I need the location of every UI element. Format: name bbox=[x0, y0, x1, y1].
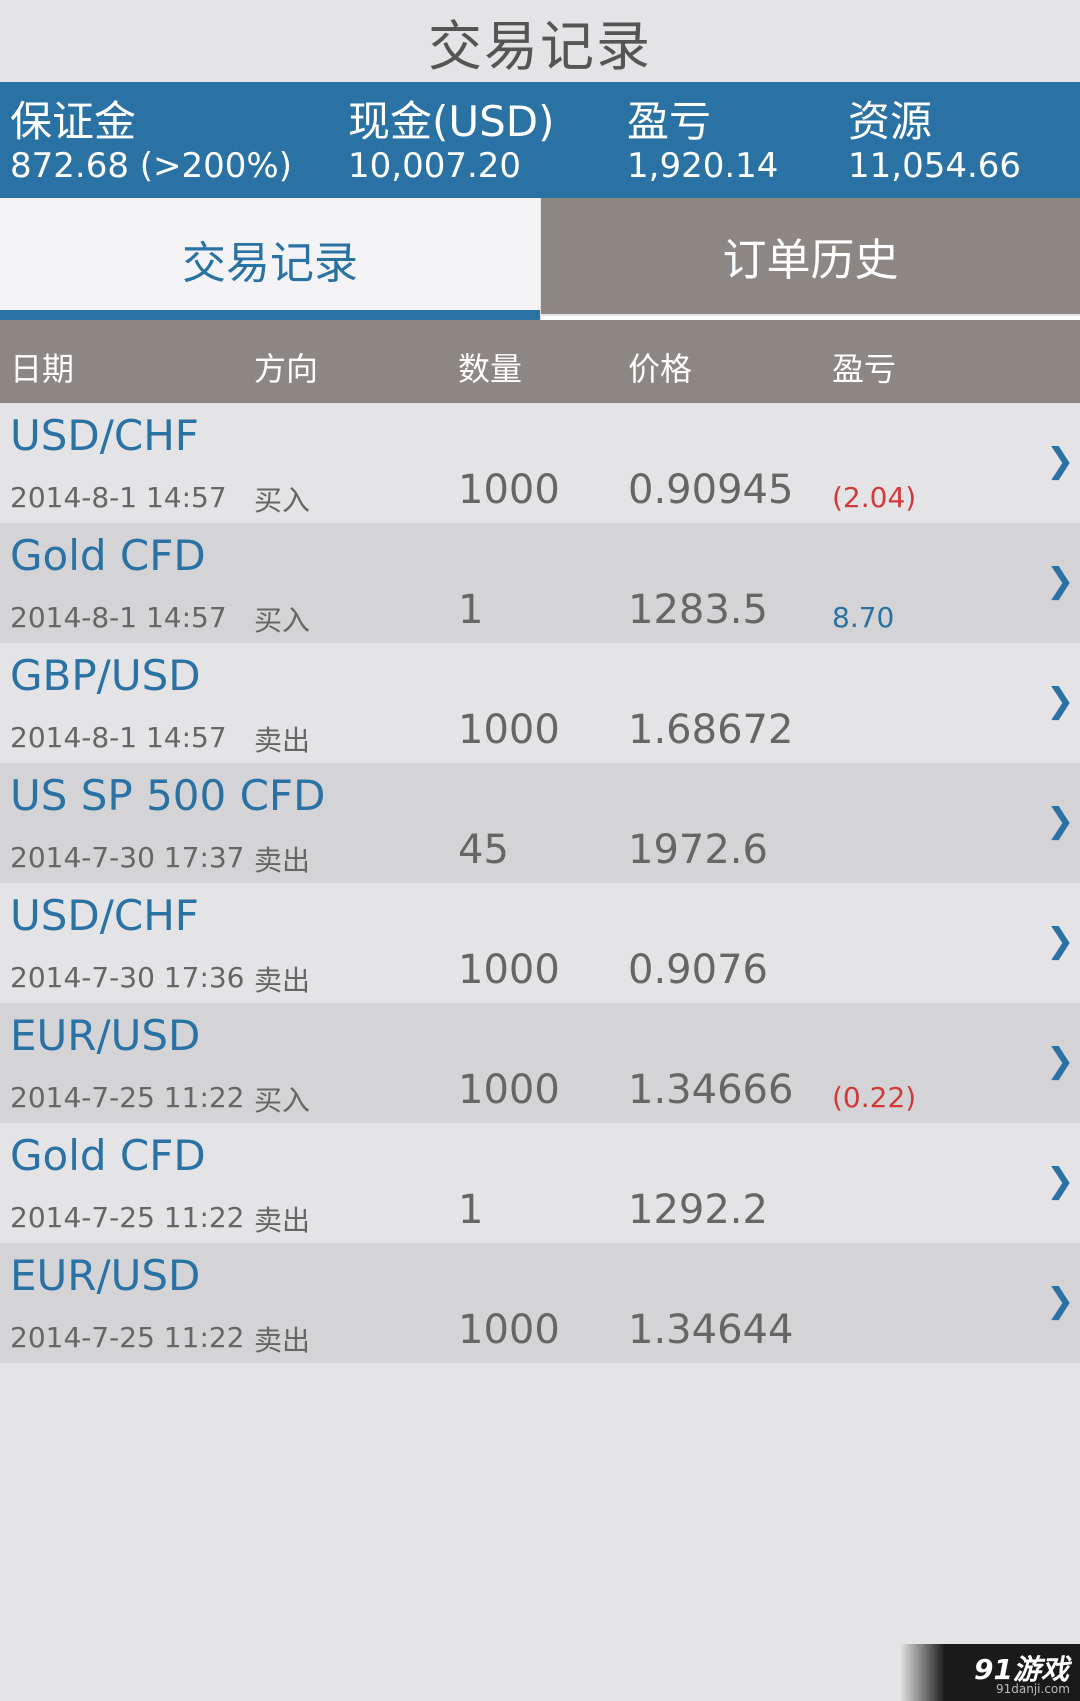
trade-direction: 买入 bbox=[254, 604, 311, 637]
summary-label: 现金(USD) bbox=[348, 97, 555, 146]
summary-value: 872.68 (>200%) bbox=[10, 146, 292, 186]
trade-price: 1292.2 bbox=[628, 1187, 768, 1233]
table-header: 日期 方向 数量 价格 盈亏 bbox=[0, 320, 1080, 403]
watermark-logo: 91游戏 91danji.com bbox=[900, 1644, 1080, 1701]
column-header-price: 价格 bbox=[628, 350, 693, 388]
trade-price: 1283.5 bbox=[628, 587, 768, 633]
trade-direction: 卖出 bbox=[254, 964, 311, 997]
trade-pl: (0.22) bbox=[832, 1081, 917, 1114]
trade-price: 1972.6 bbox=[628, 827, 768, 873]
trade-pl: (2.04) bbox=[832, 481, 917, 514]
column-header-direction: 方向 bbox=[254, 350, 319, 388]
trade-date: 2014-7-25 11:22 bbox=[10, 1321, 245, 1354]
trade-quantity: 1000 bbox=[458, 1307, 560, 1353]
table-row[interactable]: EUR/USD 2014-7-25 11:22 卖出 1000 1.34644 ❯ bbox=[0, 1243, 1080, 1363]
summary-label: 保证金 bbox=[10, 97, 137, 146]
table-row[interactable]: US SP 500 CFD 2014-7-30 17:37 卖出 45 1972.6 ❯ bbox=[0, 763, 1080, 883]
trade-date: 2014-7-30 17:36 bbox=[10, 961, 245, 994]
instrument-name: Gold CFD bbox=[10, 531, 206, 580]
trade-price: 0.9076 bbox=[628, 947, 768, 993]
trade-quantity: 45 bbox=[458, 827, 509, 873]
instrument-name: Gold CFD bbox=[10, 1131, 206, 1180]
trade-list: USD/CHF 2014-8-1 14:57 买入 1000 0.90945 (2.04)… bbox=[0, 403, 1080, 1363]
tab-label: 交易记录 bbox=[182, 238, 358, 289]
account-summary: 保证金 872.68 (>200%) 现金(USD) 10,007.20 盈亏 … bbox=[0, 82, 1080, 198]
summary-label: 资源 bbox=[848, 97, 933, 146]
tab-trade-records[interactable]: 交易记录 bbox=[0, 198, 540, 320]
trade-pl: 8.70 bbox=[832, 601, 895, 634]
summary-value: 1,920.14 bbox=[627, 146, 779, 186]
chevron-right-icon[interactable]: ❯ bbox=[1046, 1281, 1075, 1321]
chevron-right-icon[interactable]: ❯ bbox=[1046, 921, 1075, 961]
trade-date: 2014-8-1 14:57 bbox=[10, 601, 227, 634]
table-row[interactable]: USD/CHF 2014-7-30 17:36 卖出 1000 0.9076 ❯ bbox=[0, 883, 1080, 1003]
column-header-quantity: 数量 bbox=[458, 350, 523, 388]
page-title: 交易记录 bbox=[428, 14, 652, 78]
instrument-name: USD/CHF bbox=[10, 411, 199, 460]
chevron-right-icon[interactable]: ❯ bbox=[1046, 801, 1075, 841]
trade-price: 1.68672 bbox=[628, 707, 794, 753]
column-header-date: 日期 bbox=[10, 350, 75, 388]
chevron-right-icon[interactable]: ❯ bbox=[1046, 561, 1075, 601]
trade-quantity: 1 bbox=[458, 587, 484, 633]
trade-direction: 卖出 bbox=[254, 844, 311, 877]
trade-direction: 卖出 bbox=[254, 1324, 311, 1357]
chevron-right-icon[interactable]: ❯ bbox=[1046, 681, 1075, 721]
instrument-name: EUR/USD bbox=[10, 1011, 201, 1060]
summary-label: 盈亏 bbox=[627, 97, 712, 146]
trade-price: 1.34666 bbox=[628, 1067, 794, 1113]
summary-value: 11,054.66 bbox=[848, 146, 1022, 186]
trade-direction: 卖出 bbox=[254, 724, 311, 757]
column-header-pl: 盈亏 bbox=[832, 350, 897, 388]
trade-date: 2014-7-30 17:37 bbox=[10, 841, 245, 874]
trade-date: 2014-8-1 14:57 bbox=[10, 481, 227, 514]
tab-bar: 交易记录 订单历史 bbox=[0, 198, 1080, 320]
trade-date: 2014-7-25 11:22 bbox=[10, 1081, 245, 1114]
chevron-right-icon[interactable]: ❯ bbox=[1046, 1041, 1075, 1081]
trade-quantity: 1 bbox=[458, 1187, 484, 1233]
trade-date: 2014-8-1 14:57 bbox=[10, 721, 227, 754]
title-bar: 交易记录 bbox=[0, 0, 1080, 82]
watermark-url: 91danji.com bbox=[996, 1682, 1070, 1696]
trade-quantity: 1000 bbox=[458, 707, 560, 753]
trade-quantity: 1000 bbox=[458, 947, 560, 993]
summary-value: 10,007.20 bbox=[348, 146, 522, 186]
chevron-right-icon[interactable]: ❯ bbox=[1046, 1161, 1075, 1201]
instrument-name: EUR/USD bbox=[10, 1251, 201, 1300]
trade-price: 0.90945 bbox=[628, 467, 794, 513]
instrument-name: GBP/USD bbox=[10, 651, 201, 700]
table-row[interactable]: Gold CFD 2014-8-1 14:57 买入 1 1283.5 8.70 ❯ bbox=[0, 523, 1080, 643]
table-row[interactable]: Gold CFD 2014-7-25 11:22 卖出 1 1292.2 ❯ bbox=[0, 1123, 1080, 1243]
instrument-name: US SP 500 CFD bbox=[10, 771, 326, 820]
trade-direction: 卖出 bbox=[254, 1204, 311, 1237]
trade-date: 2014-7-25 11:22 bbox=[10, 1201, 245, 1234]
tab-active-indicator bbox=[0, 310, 540, 320]
trade-quantity: 1000 bbox=[458, 467, 560, 513]
trade-quantity: 1000 bbox=[458, 1067, 560, 1113]
table-row[interactable]: GBP/USD 2014-8-1 14:57 卖出 1000 1.68672 ❯ bbox=[0, 643, 1080, 763]
table-row[interactable]: USD/CHF 2014-8-1 14:57 买入 1000 0.90945 (2.04)… bbox=[0, 403, 1080, 523]
table-row[interactable]: EUR/USD 2014-7-25 11:22 买入 1000 1.34666 (0.22… bbox=[0, 1003, 1080, 1123]
trade-price: 1.34644 bbox=[628, 1307, 794, 1353]
trade-direction: 买入 bbox=[254, 484, 311, 517]
tab-label: 订单历史 bbox=[722, 235, 899, 286]
trade-direction: 买入 bbox=[254, 1084, 311, 1117]
chevron-right-icon[interactable]: ❯ bbox=[1046, 441, 1075, 481]
tab-order-history[interactable]: 订单历史 bbox=[541, 198, 1080, 320]
instrument-name: USD/CHF bbox=[10, 891, 199, 940]
